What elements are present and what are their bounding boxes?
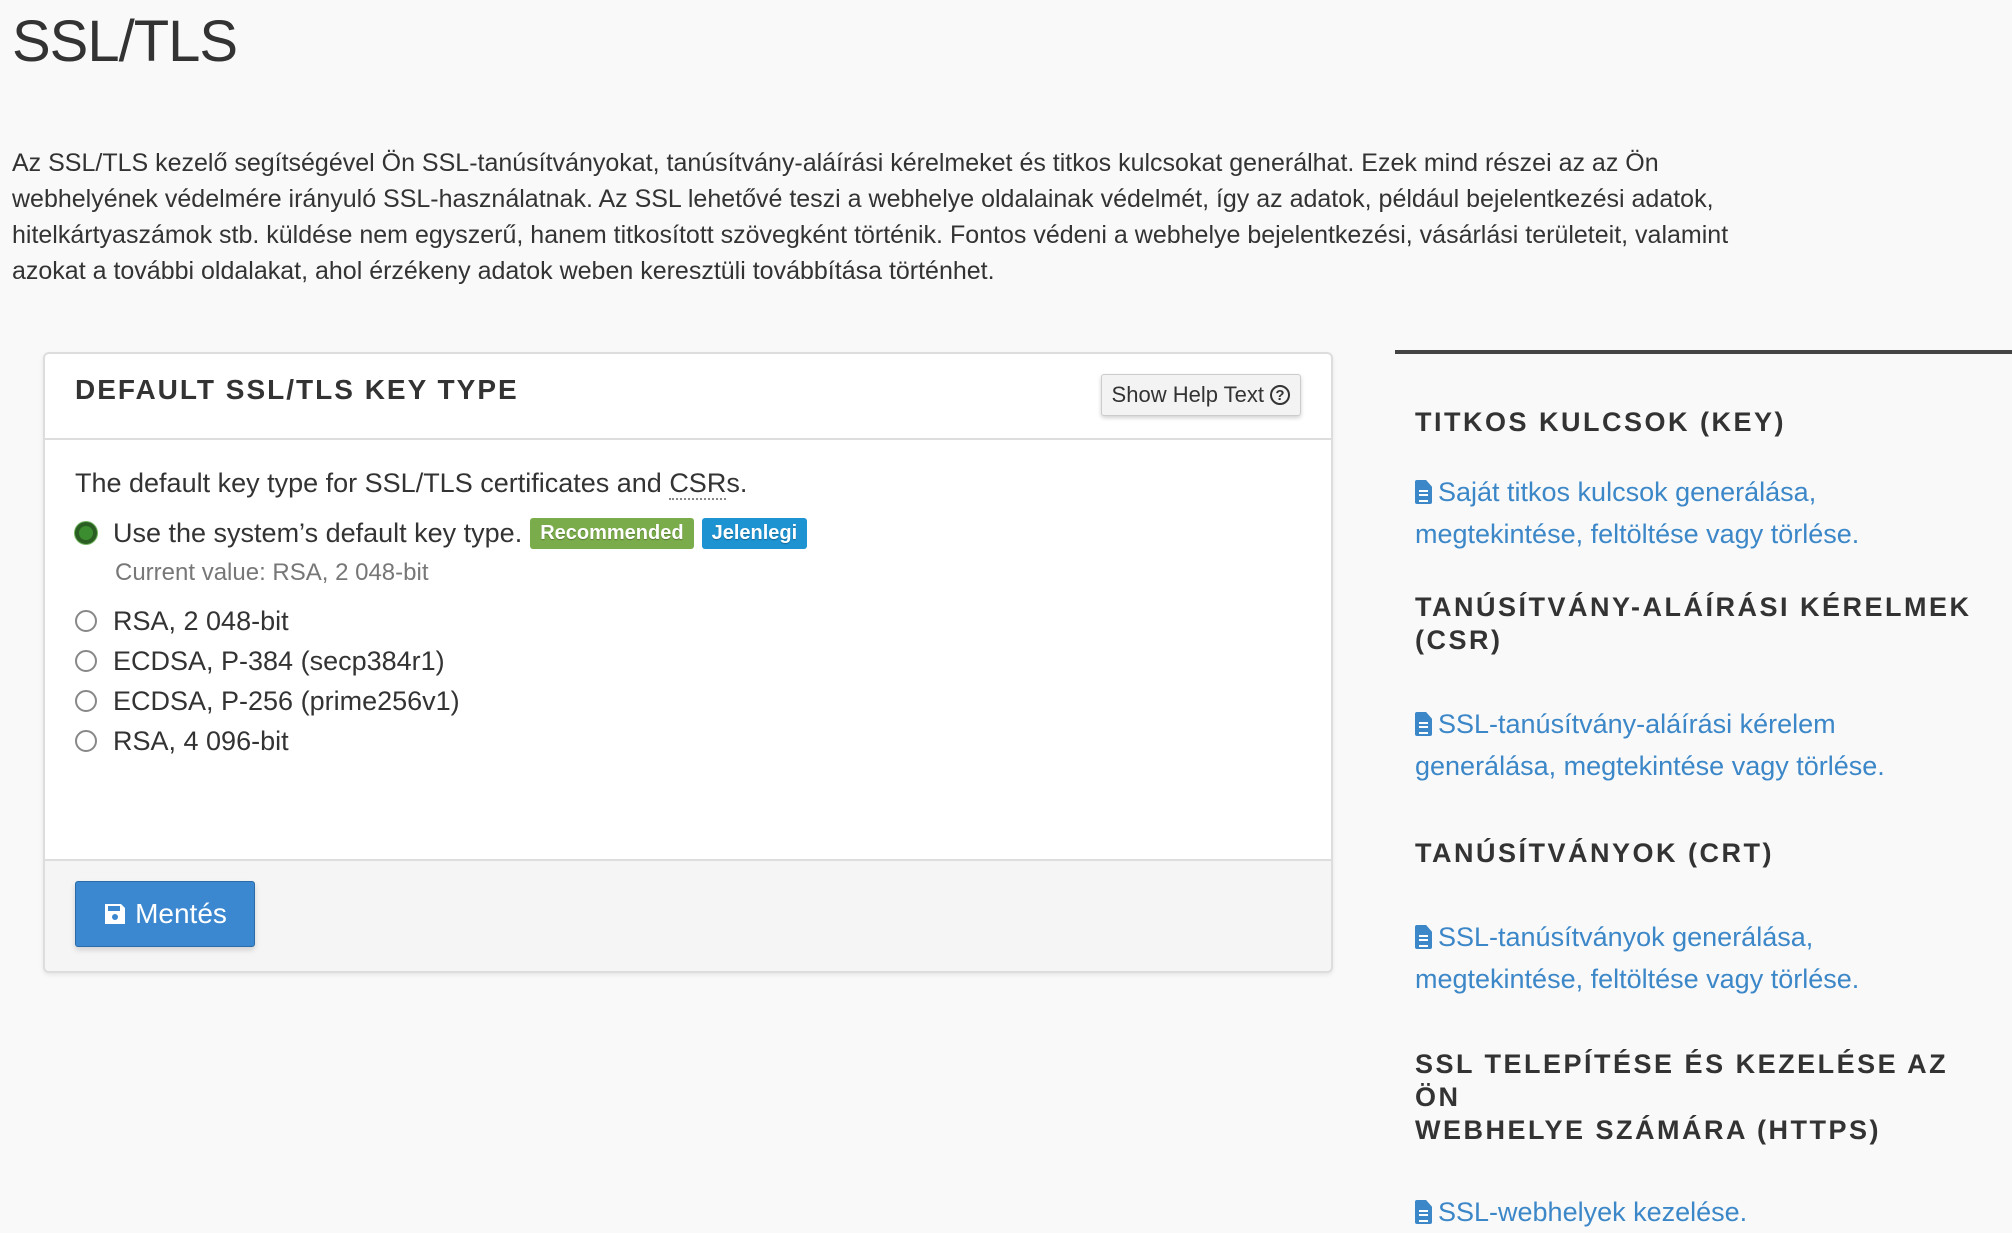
option-system-default[interactable]: Use the system’s default key type. Recom… bbox=[75, 513, 1301, 553]
description-suffix: s. bbox=[726, 468, 748, 498]
link-text: Saját titkos kulcsok generálása, bbox=[1438, 477, 1817, 507]
ssl-sidebar: TITKOS KULCSOK (KEY) Saját titkos kulcso… bbox=[1395, 350, 2012, 1233]
link-certificates[interactable]: SSL-tanúsítványok generálása, megtekinté… bbox=[1395, 916, 2012, 1000]
show-help-text-label: Show Help Text bbox=[1111, 382, 1264, 407]
option-rsa-4096[interactable]: RSA, 4 096-bit bbox=[75, 721, 1301, 761]
radio-system-default[interactable] bbox=[75, 522, 97, 544]
link-text: SSL-tanúsítványok generálása, bbox=[1438, 922, 1814, 952]
link-private-keys[interactable]: Saját titkos kulcsok generálása, megteki… bbox=[1395, 471, 2012, 555]
option-label: RSA, 4 096-bit bbox=[113, 725, 289, 756]
heading-line: WEBHELYE SZÁMÁRA (HTTPS) bbox=[1415, 1115, 1882, 1145]
page-title: SSL/TLS bbox=[12, 9, 238, 74]
description-text: The default key type for SSL/TLS certifi… bbox=[75, 468, 670, 498]
link-text: generálása, megtekintése vagy törlése. bbox=[1415, 751, 1885, 781]
key-type-description: The default key type for SSL/TLS certifi… bbox=[75, 468, 1301, 500]
option-ecdsa-p384[interactable]: ECDSA, P-384 (secp384r1) bbox=[75, 641, 1301, 681]
panel-header: DEFAULT SSL/TLS KEY TYPE Show Help Text … bbox=[45, 354, 1331, 440]
section-heading-certificates: TANÚSÍTVÁNYOK (CRT) bbox=[1415, 838, 1774, 868]
document-icon bbox=[1415, 925, 1432, 949]
section-heading-csr: TANÚSÍTVÁNY-ALÁÍRÁSI KÉRELMEK (CSR) bbox=[1395, 591, 2012, 657]
link-csr[interactable]: SSL-tanúsítvány-aláírási kérelem generál… bbox=[1395, 703, 2012, 787]
panel-footer: Mentés bbox=[45, 859, 1331, 971]
document-icon bbox=[1415, 1200, 1432, 1224]
heading-line: TANÚSÍTVÁNY-ALÁÍRÁSI KÉRELMEK bbox=[1415, 592, 1972, 622]
link-text: megtekintése, feltöltése vagy törlése. bbox=[1415, 964, 1860, 994]
document-icon bbox=[1415, 480, 1432, 504]
option-label: RSA, 2 048-bit bbox=[113, 605, 289, 636]
radio-ecdsa-p384[interactable] bbox=[75, 650, 97, 672]
link-text: SSL-tanúsítvány-aláírási kérelem bbox=[1438, 709, 1836, 739]
option-label: Use the system’s default key type. bbox=[113, 517, 523, 548]
show-help-text-button[interactable]: Show Help Text ? bbox=[1100, 374, 1301, 416]
heading-line: SSL TELEPÍTÉSE ÉS KEZELÉSE AZ ÖN bbox=[1415, 1049, 1949, 1112]
recommended-badge: Recommended bbox=[530, 517, 694, 549]
radio-ecdsa-p256[interactable] bbox=[75, 690, 97, 712]
current-value-text: Current value: RSA, 2 048-bit bbox=[115, 559, 429, 586]
intro-line: hitelkártyaszámok stb. küldése nem egysz… bbox=[12, 221, 1729, 249]
current-badge: Jelenlegi bbox=[701, 517, 808, 549]
link-manage-ssl-sites[interactable]: SSL-webhelyek kezelése. bbox=[1395, 1191, 2012, 1233]
save-button[interactable]: Mentés bbox=[75, 881, 255, 947]
panel-body: The default key type for SSL/TLS certifi… bbox=[45, 440, 1331, 864]
question-circle-icon: ? bbox=[1270, 385, 1290, 405]
panel-title: DEFAULT SSL/TLS KEY TYPE bbox=[75, 374, 519, 405]
option-rsa-2048[interactable]: RSA, 2 048-bit bbox=[75, 601, 1301, 641]
radio-rsa-4096[interactable] bbox=[75, 730, 97, 752]
section-heading-https: SSL TELEPÍTÉSE ÉS KEZELÉSE AZ ÖN WEBHELY… bbox=[1395, 1048, 2012, 1147]
document-icon bbox=[1415, 712, 1432, 736]
link-text: SSL-webhelyek kezelése. bbox=[1438, 1197, 1748, 1227]
section-heading-private-keys: TITKOS KULCSOK (KEY) bbox=[1415, 407, 1786, 437]
link-text: megtekintése, feltöltése vagy törlése. bbox=[1415, 519, 1860, 549]
option-ecdsa-p256[interactable]: ECDSA, P-256 (prime256v1) bbox=[75, 681, 1301, 721]
save-label: Mentés bbox=[135, 898, 227, 929]
intro-line: azokat a további oldalakat, ahol érzéken… bbox=[12, 257, 995, 285]
option-label: ECDSA, P-256 (prime256v1) bbox=[113, 685, 460, 716]
intro-line: Az SSL/TLS kezelő segítségével Ön SSL-ta… bbox=[12, 149, 1659, 177]
option-label: ECDSA, P-384 (secp384r1) bbox=[113, 645, 445, 676]
floppy-disk-icon bbox=[105, 904, 126, 924]
csr-abbreviation[interactable]: CSR bbox=[669, 468, 727, 500]
default-key-type-panel: DEFAULT SSL/TLS KEY TYPE Show Help Text … bbox=[43, 352, 1333, 973]
intro-line: webhelyének védelmére irányuló SSL-haszn… bbox=[12, 185, 1714, 213]
radio-rsa-2048[interactable] bbox=[75, 610, 97, 632]
intro-paragraph: Az SSL/TLS kezelő segítségével Ön SSL-ta… bbox=[12, 145, 2012, 289]
heading-line: (CSR) bbox=[1415, 625, 1503, 655]
